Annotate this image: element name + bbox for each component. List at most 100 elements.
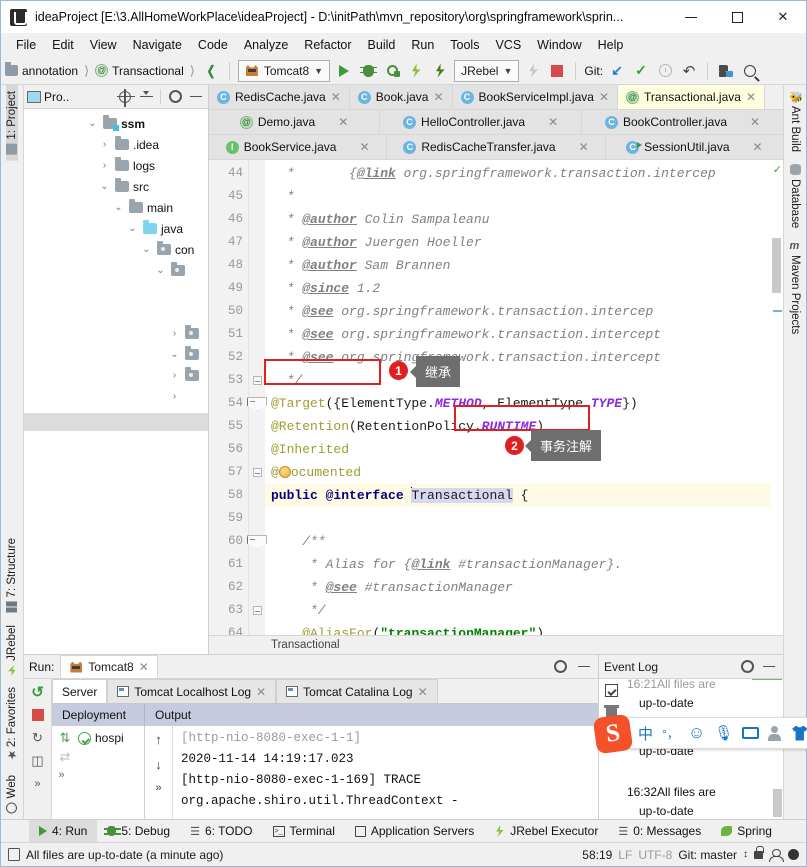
stop-button[interactable] bbox=[547, 61, 567, 81]
stop-button[interactable] bbox=[31, 708, 45, 722]
chevron-down-icon[interactable]: › bbox=[168, 391, 181, 402]
tab-tomcat-localhost-log[interactable]: Tomcat Localhost Log ✕ bbox=[107, 679, 277, 703]
code-editor[interactable]: 44 45 46 47 48 49 50 51 52 53 54 55 56 5… bbox=[209, 160, 783, 635]
sidebar-item-maven-projects[interactable]: m Maven Projects bbox=[789, 234, 801, 340]
settings-button[interactable] bbox=[166, 88, 184, 106]
menu-file[interactable]: File bbox=[8, 36, 44, 54]
console-output[interactable]: [http-nio-8080-exec-1-1] 2020-11-14 14:1… bbox=[173, 726, 598, 819]
chevron-down-icon[interactable]: ⌄ bbox=[98, 181, 111, 192]
deploy-sync-button[interactable]: ⇅ bbox=[59, 730, 72, 745]
tree-node[interactable]: ⌄ src bbox=[24, 176, 208, 197]
menu-analyze[interactable]: Analyze bbox=[236, 36, 296, 54]
event-log-hide-button[interactable] bbox=[760, 658, 778, 676]
close-icon[interactable]: ✕ bbox=[139, 660, 149, 674]
tab-bookservice[interactable]: I BookService.java ✕ bbox=[209, 135, 388, 159]
project-tree[interactable]: ⌄ ssm › .idea › logs ⌄ src ⌄ main ⌄ java… bbox=[24, 109, 208, 654]
list-item[interactable]: hospi bbox=[78, 731, 144, 745]
jrebel-debug-button[interactable] bbox=[430, 61, 450, 81]
scroll-from-source-button[interactable] bbox=[116, 88, 135, 107]
chevron-down-icon[interactable]: › bbox=[168, 370, 181, 381]
fold-marker[interactable] bbox=[247, 530, 267, 553]
tab-rediscache[interactable]: C RedisCache.java ✕ bbox=[209, 85, 350, 109]
run-settings-button[interactable] bbox=[551, 658, 569, 676]
event-log-settings-button[interactable] bbox=[738, 658, 756, 676]
chevron-down-icon[interactable]: ⌄ bbox=[112, 202, 125, 213]
sidebar-item-database[interactable]: Database bbox=[789, 158, 801, 234]
tab-bookserviceimpl[interactable]: C BookServiceImpl.java ✕ bbox=[452, 85, 618, 109]
skin-icon[interactable] bbox=[792, 725, 807, 741]
menu-code[interactable]: Code bbox=[190, 36, 236, 54]
toolwindow-messages[interactable]: ☰ 0: Messages bbox=[608, 820, 711, 843]
chevron-down-icon[interactable]: ⌄ bbox=[140, 244, 153, 255]
search-everywhere-button[interactable] bbox=[740, 61, 760, 81]
close-icon[interactable]: ✕ bbox=[746, 90, 756, 104]
code-text[interactable]: * {@link org.springframework.transaction… bbox=[265, 160, 783, 635]
keyboard-icon[interactable] bbox=[742, 727, 760, 739]
fold-marker[interactable] bbox=[249, 599, 265, 622]
close-icon[interactable]: ✕ bbox=[331, 90, 341, 104]
line-separator[interactable]: LF bbox=[618, 848, 632, 862]
sogou-ime-toolbar[interactable]: S 中 °， ☺ 🎙 bbox=[592, 713, 807, 755]
tab-hellocontroller[interactable]: C HelloController.java ✕ bbox=[380, 110, 583, 134]
maximize-button[interactable] bbox=[714, 1, 760, 33]
toolwindow-todo[interactable]: ☰ 6: TODO bbox=[180, 820, 262, 843]
fold-marker[interactable] bbox=[249, 369, 265, 392]
user-icon[interactable] bbox=[768, 725, 783, 741]
sogou-logo-icon[interactable]: S bbox=[592, 713, 634, 755]
close-icon[interactable]: ✕ bbox=[548, 115, 558, 129]
project-structure-button[interactable] bbox=[716, 61, 736, 81]
close-icon[interactable]: ✕ bbox=[599, 90, 609, 104]
tree-node[interactable]: ⌄ con bbox=[24, 239, 208, 260]
back-button[interactable]: ❮ bbox=[203, 61, 219, 81]
sidebar-item-jrebel[interactable]: JRebel bbox=[6, 619, 18, 682]
jrebel-selector[interactable]: JRebel ▼ bbox=[454, 59, 520, 82]
tree-node[interactable]: ⌄ main bbox=[24, 197, 208, 218]
tab-demo[interactable]: @ Demo.java ✕ bbox=[209, 110, 381, 134]
hide-panel-button[interactable] bbox=[187, 88, 205, 106]
close-button[interactable]: ✕ bbox=[760, 1, 806, 33]
restart-button[interactable]: ↻ bbox=[31, 730, 45, 745]
toolwindow-application-servers[interactable]: Application Servers bbox=[345, 820, 484, 843]
tab-transactional[interactable]: @ Transactional.java ✕ bbox=[618, 85, 765, 109]
breadcrumb-package[interactable]: annotation bbox=[22, 64, 78, 78]
menu-refactor[interactable]: Refactor bbox=[296, 36, 359, 54]
close-icon[interactable]: ✕ bbox=[256, 685, 266, 699]
debug-button[interactable] bbox=[358, 61, 378, 81]
tab-tomcat-catalina-log[interactable]: Tomcat Catalina Log ✕ bbox=[276, 679, 438, 703]
ime-mode-chinese-button[interactable]: 中 bbox=[638, 723, 653, 744]
tab-server[interactable]: Server bbox=[52, 679, 108, 703]
chevron-right-icon[interactable]: › bbox=[168, 328, 181, 339]
tab-bookcontroller[interactable]: C BookController.java ✕ bbox=[582, 110, 783, 134]
caret-position[interactable]: 58:19 bbox=[582, 848, 612, 862]
toolwindow-spring[interactable]: Spring bbox=[711, 820, 782, 843]
chevron-down-icon[interactable]: ⌄ bbox=[86, 118, 99, 129]
run-button[interactable] bbox=[334, 61, 354, 81]
menu-view[interactable]: View bbox=[82, 36, 125, 54]
run-coverage-button[interactable] bbox=[382, 61, 402, 81]
menu-build[interactable]: Build bbox=[360, 36, 404, 54]
intention-bulb-icon[interactable] bbox=[278, 466, 291, 478]
menu-run[interactable]: Run bbox=[403, 36, 442, 54]
git-commit-button[interactable]: ✓ bbox=[631, 61, 651, 81]
tab-book[interactable]: C Book.java ✕ bbox=[349, 85, 453, 109]
tree-node[interactable] bbox=[24, 281, 208, 323]
toolwindow-jrebel-executor[interactable]: JRebel Executor bbox=[484, 820, 608, 843]
breadcrumb-class[interactable]: Transactional bbox=[112, 64, 184, 78]
run-hide-button[interactable] bbox=[575, 658, 593, 676]
scrollbar-thumb[interactable] bbox=[772, 238, 781, 293]
menu-navigate[interactable]: Navigate bbox=[125, 36, 190, 54]
more-button[interactable]: » bbox=[155, 782, 161, 794]
close-icon[interactable]: ✕ bbox=[750, 115, 760, 129]
menu-vcs[interactable]: VCS bbox=[487, 36, 529, 54]
chevron-right-icon[interactable]: › bbox=[98, 139, 111, 150]
more-button[interactable]: » bbox=[59, 769, 72, 782]
editor-scrollbar[interactable]: ✓ bbox=[770, 160, 783, 635]
ime-punctuation-button[interactable]: °， bbox=[662, 725, 679, 742]
tree-node[interactable]: › bbox=[24, 323, 208, 344]
fold-marker[interactable] bbox=[247, 392, 267, 415]
close-icon[interactable]: ✕ bbox=[338, 115, 348, 129]
toolwindow-debug[interactable]: 5: Debug bbox=[97, 820, 180, 843]
chevron-down-icon[interactable]: ⌄ bbox=[154, 265, 167, 276]
tree-node[interactable]: ⌄ bbox=[24, 260, 208, 281]
more-button[interactable]: » bbox=[31, 777, 45, 791]
